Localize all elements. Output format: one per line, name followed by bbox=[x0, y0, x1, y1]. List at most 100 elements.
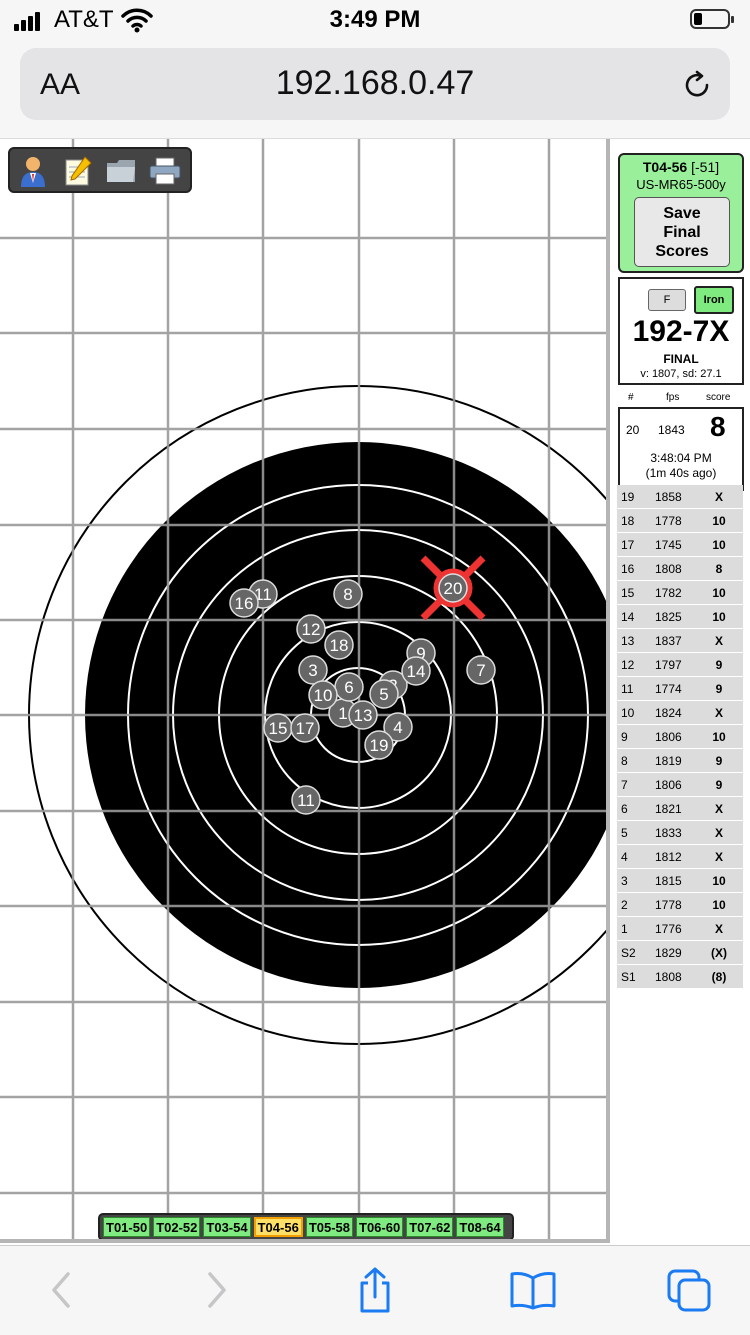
shot-score: X bbox=[714, 490, 723, 504]
shot-number: 3 bbox=[621, 874, 628, 888]
shot-row[interactable]: 16 1808 8 bbox=[617, 557, 743, 581]
shot-marker[interactable]: 14 bbox=[401, 656, 431, 686]
target-tab[interactable]: T02-52 bbox=[153, 1217, 201, 1237]
shot-score: 10 bbox=[712, 538, 726, 552]
shot-fps: 1745 bbox=[655, 538, 682, 552]
f-class-button[interactable]: F bbox=[648, 289, 686, 311]
shot-label: 20 bbox=[444, 579, 463, 598]
shot-fps: 1858 bbox=[655, 490, 682, 504]
shot-row[interactable]: 17 1745 10 bbox=[617, 533, 743, 557]
shot-marker[interactable]: 15 bbox=[263, 713, 293, 743]
target-face[interactable]: 123456789101111121314151617181920 bbox=[0, 139, 606, 1239]
shot-label: 1 bbox=[338, 704, 347, 723]
shot-row[interactable]: 13 1837 X bbox=[617, 629, 743, 653]
user-icon[interactable] bbox=[16, 154, 50, 188]
shot-marker[interactable]: 10 bbox=[308, 680, 338, 710]
shot-score: (X) bbox=[711, 946, 727, 960]
shot-row[interactable]: 5 1833 X bbox=[617, 821, 743, 845]
shot-marker[interactable]: 19 bbox=[364, 730, 394, 760]
shot-row[interactable]: 2 1778 10 bbox=[617, 893, 743, 917]
shot-fps: 1806 bbox=[655, 778, 682, 792]
iron-class-button[interactable]: Iron bbox=[694, 286, 734, 314]
last-shot-ago: (1m 40s ago) bbox=[645, 466, 717, 480]
target-tab[interactable]: T04-56 bbox=[253, 1217, 303, 1237]
tabs-icon[interactable] bbox=[664, 1268, 714, 1312]
shot-row[interactable]: 11 1774 9 bbox=[617, 677, 743, 701]
status-bar: AT&T 3:49 PM bbox=[0, 0, 750, 40]
forward-arrow-icon[interactable] bbox=[192, 1268, 242, 1312]
target-tab[interactable]: T08-64 bbox=[456, 1217, 504, 1237]
shot-label: 17 bbox=[296, 719, 315, 738]
shot-label: 11 bbox=[297, 791, 315, 810]
shot-fps: 1808 bbox=[655, 562, 682, 576]
target-info-box: T04-56 [-51] US-MR65-500y Save Final Sco… bbox=[618, 153, 744, 273]
shot-number: 6 bbox=[621, 802, 628, 816]
last-shot-score: 8 bbox=[710, 411, 726, 442]
target-name: T04-56 [-51] bbox=[642, 159, 720, 175]
shot-row[interactable]: 18 1778 10 bbox=[617, 509, 743, 533]
target-view[interactable]: 123456789101111121314151617181920 T01-50… bbox=[0, 139, 610, 1243]
last-shot-box[interactable]: 20 1843 8 3:48:04 PM (1m 40s ago) bbox=[618, 407, 744, 491]
last-shot-number: 20 bbox=[626, 423, 640, 437]
clock: 3:49 PM bbox=[329, 6, 421, 33]
back-arrow-icon[interactable] bbox=[36, 1268, 86, 1312]
shot-score: 10 bbox=[712, 610, 726, 624]
shot-row[interactable]: 4 1812 X bbox=[617, 845, 743, 869]
shot-row[interactable]: 3 1815 10 bbox=[617, 869, 743, 893]
target-tab[interactable]: T06-60 bbox=[356, 1217, 404, 1237]
shot-row[interactable]: 1 1776 X bbox=[617, 917, 743, 941]
shot-row[interactable]: 14 1825 10 bbox=[617, 605, 743, 629]
shot-row[interactable]: 9 1806 10 bbox=[617, 725, 743, 749]
printer-icon[interactable] bbox=[148, 154, 182, 188]
address-bar[interactable]: AA 192.168.0.47 bbox=[20, 48, 730, 120]
shot-marker[interactable]: 17 bbox=[290, 713, 320, 743]
save-final-scores-button[interactable]: Save Final Scores bbox=[634, 197, 730, 267]
target-tab[interactable]: T01-50 bbox=[103, 1217, 151, 1237]
shot-row[interactable]: S2 1829 (X) bbox=[617, 941, 743, 965]
shot-row[interactable]: S1 1808 (8) bbox=[617, 965, 743, 989]
shot-marker[interactable]: 6 bbox=[334, 672, 364, 702]
shot-marker[interactable]: 7 bbox=[466, 655, 496, 685]
notepad-icon[interactable] bbox=[60, 154, 94, 188]
shot-score: X bbox=[714, 922, 723, 936]
shot-marker[interactable]: 3 bbox=[298, 655, 328, 685]
shot-number: 1 bbox=[621, 922, 628, 936]
shot-score: 10 bbox=[712, 730, 726, 744]
shot-row[interactable]: 12 1797 9 bbox=[617, 653, 743, 677]
shot-marker[interactable]: 18 bbox=[324, 630, 354, 660]
shot-fps: 1778 bbox=[655, 514, 682, 528]
url-text[interactable]: 192.168.0.47 bbox=[20, 64, 730, 103]
course-name: US-MR65-500y bbox=[636, 177, 726, 192]
shot-fps: 1815 bbox=[655, 874, 682, 888]
shot-score: 10 bbox=[712, 586, 726, 600]
shot-fps: 1812 bbox=[655, 850, 682, 864]
shot-marker[interactable]: 5 bbox=[369, 679, 399, 709]
shot-label: 14 bbox=[407, 662, 426, 681]
target-tab[interactable]: T03-54 bbox=[203, 1217, 251, 1237]
shot-marker[interactable]: 13 bbox=[348, 700, 378, 730]
browser-chrome: AA 192.168.0.47 bbox=[0, 40, 750, 139]
target-tab[interactable]: T07-62 bbox=[406, 1217, 454, 1237]
share-icon[interactable] bbox=[350, 1267, 400, 1313]
target-tab[interactable]: T05-58 bbox=[305, 1217, 354, 1237]
shot-row[interactable]: 10 1824 X bbox=[617, 701, 743, 725]
shot-row[interactable]: 7 1806 9 bbox=[617, 773, 743, 797]
target-toolbar bbox=[8, 147, 192, 193]
shot-row[interactable]: 6 1821 X bbox=[617, 797, 743, 821]
shot-marker[interactable]: 16 bbox=[229, 588, 259, 618]
bookmarks-icon[interactable] bbox=[508, 1268, 558, 1312]
folder-icon[interactable] bbox=[104, 154, 138, 188]
shot-label: 13 bbox=[354, 706, 373, 725]
shot-label: 19 bbox=[370, 736, 389, 755]
shot-marker[interactable]: 20 bbox=[438, 573, 468, 603]
shot-marker[interactable]: 8 bbox=[333, 579, 363, 609]
reload-icon[interactable] bbox=[680, 68, 714, 102]
shot-row[interactable]: 15 1782 10 bbox=[617, 581, 743, 605]
shot-number: 18 bbox=[621, 514, 635, 528]
shot-row[interactable]: 19 1858 X bbox=[617, 485, 743, 509]
target-tabs: T01-50 T02-52 T03-54 T04-56 T05-58 T06-60 T07-… bbox=[98, 1213, 514, 1239]
shot-score: 9 bbox=[715, 658, 723, 672]
shot-row[interactable]: 8 1819 9 bbox=[617, 749, 743, 773]
shot-marker[interactable]: 12 bbox=[296, 614, 326, 644]
shot-marker[interactable]: 11 bbox=[291, 785, 321, 815]
